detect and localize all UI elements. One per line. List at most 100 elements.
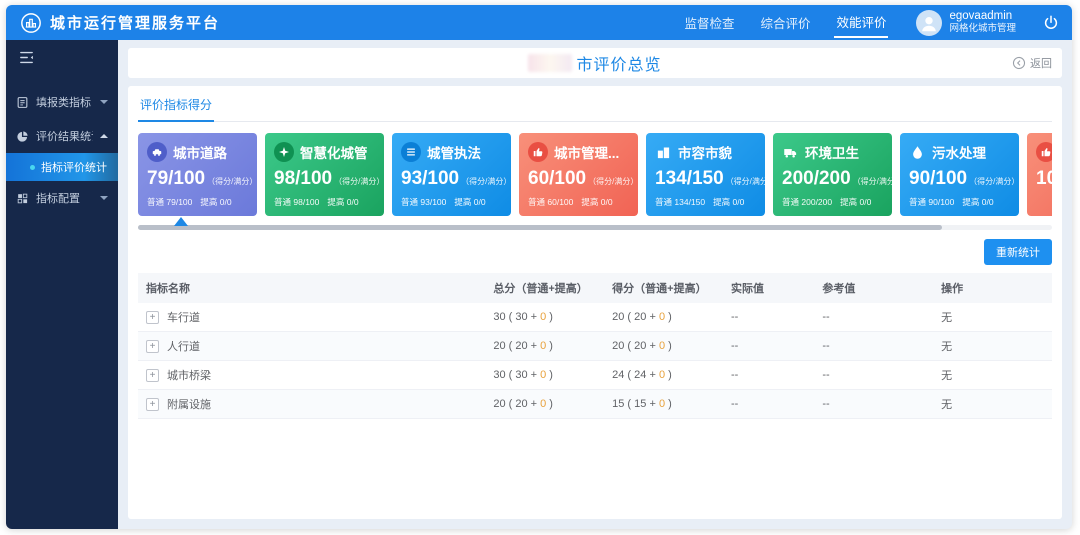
- chevron-up-icon: [100, 134, 108, 138]
- card-score: 10: [1036, 168, 1052, 189]
- reference-value-cell: --: [814, 332, 933, 361]
- sidebar-sublabel: 指标评价统计: [41, 159, 107, 175]
- expand-row-button[interactable]: +: [146, 369, 159, 382]
- card-score-note: （得分/满分）: [461, 177, 511, 186]
- recalculate-button[interactable]: 重新统计: [984, 239, 1052, 265]
- card-title: 城市道路: [173, 142, 227, 162]
- nav-comprehensive-eval[interactable]: 综合评价: [758, 9, 812, 36]
- card-breakdown: 普通 93/100提高 0/0: [401, 196, 502, 208]
- card-sewage-treatment[interactable]: 污水处理 90/100（得分/满分） 普通 90/100提高 0/0: [900, 133, 1019, 216]
- col-total-score: 总分（普通+提高）: [485, 273, 604, 303]
- total-score-cell: 20 ( 20 + 0 ): [485, 332, 604, 361]
- app-window: 城市运行管理服务平台 监督检查 综合评价 效能评价 egovaadmin 网格化…: [6, 5, 1072, 529]
- card-score-note: （得分/满分）: [969, 177, 1019, 186]
- indicator-name: 城市桥梁: [167, 370, 211, 382]
- power-icon[interactable]: [1042, 14, 1060, 32]
- operation-cell: 无: [933, 303, 1052, 332]
- col-actual-value: 实际值: [723, 273, 814, 303]
- operation-cell: 无: [933, 390, 1052, 419]
- bullet-dot-icon: [30, 165, 35, 170]
- reference-value-cell: --: [814, 361, 933, 390]
- nav-efficiency-eval[interactable]: 效能评价: [834, 8, 888, 38]
- indicator-name: 车行道: [167, 312, 200, 324]
- table-row: +人行道 20 ( 20 + 0 ) 20 ( 20 + 0 ) -- -- 无: [138, 332, 1052, 361]
- pie-chart-icon: [16, 130, 29, 143]
- total-score-cell: 20 ( 20 + 0 ): [485, 390, 604, 419]
- card-score: 98/100: [274, 168, 332, 189]
- config-icon: [16, 192, 29, 205]
- card-score-note: （得分/满分）: [588, 177, 638, 186]
- cards-scrollbar-thumb[interactable]: [138, 225, 942, 230]
- nav-supervision-check[interactable]: 监督检查: [682, 9, 736, 36]
- sidebar-item-indicator-config[interactable]: 指标配置: [6, 181, 118, 215]
- tab-bar: 评价指标得分: [138, 94, 1052, 122]
- main-area: 市评价总览 返回 评价指标得分 城市道路: [118, 40, 1072, 529]
- back-button[interactable]: 返回: [1012, 48, 1052, 78]
- card-breakdown: 普通 60/100提高 0/0: [528, 196, 629, 208]
- card-score: 200/200: [782, 168, 851, 189]
- actual-value-cell: --: [723, 303, 814, 332]
- redacted-city-name: [528, 54, 572, 72]
- reference-value-cell: --: [814, 303, 933, 332]
- expand-row-button[interactable]: +: [146, 311, 159, 324]
- card-city-management[interactable]: 城市管理... 60/100（得分/满分） 普通 60/100提高 0/0: [519, 133, 638, 216]
- card-smart-urban-mgmt[interactable]: 智慧化城管 98/100（得分/满分） 普通 98/100提高 0/0: [265, 133, 384, 216]
- car-icon: [147, 142, 167, 162]
- table-row: +车行道 30 ( 30 + 0 ) 20 ( 20 + 0 ) -- -- 无: [138, 303, 1052, 332]
- card-partial-clipped[interactable]: 10: [1027, 133, 1052, 216]
- tab-eval-indicator-score[interactable]: 评价指标得分: [138, 94, 214, 122]
- operation-cell: 无: [933, 361, 1052, 390]
- sidebar-subitem-indicator-eval-stats[interactable]: 指标评价统计: [6, 153, 118, 181]
- col-indicator-name: 指标名称: [138, 273, 485, 303]
- card-score: 93/100: [401, 168, 459, 189]
- card-breakdown: 普通 79/100提高 0/0: [147, 196, 248, 208]
- card-score: 60/100: [528, 168, 586, 189]
- indicator-table: 指标名称 总分（普通+提高） 得分（普通+提高） 实际值 参考值 操作 + 车行道…: [138, 273, 1052, 419]
- table-row: +城市桥梁 30 ( 30 + 0 ) 24 ( 24 + 0 ) -- -- …: [138, 361, 1052, 390]
- back-arrow-icon: [1012, 56, 1026, 70]
- card-title: 环境卫生: [805, 142, 859, 162]
- selected-card-pointer: [174, 217, 188, 226]
- sidebar: 填报类指标 评价结果统计 指标评价统计 指标配置: [6, 40, 118, 529]
- card-title: 污水处理: [932, 142, 986, 162]
- card-score: 79/100: [147, 168, 205, 189]
- sidebar-label: 指标配置: [36, 190, 93, 206]
- sidebar-item-report-indicators[interactable]: 填报类指标: [6, 85, 118, 119]
- card-breakdown: 普通 134/150提高 0/0: [655, 196, 756, 208]
- table-actions: 重新统计: [138, 239, 1052, 265]
- card-city-road[interactable]: 城市道路 79/100（得分/满分） 普通 79/100提高 0/0: [138, 133, 257, 216]
- top-header: 城市运行管理服务平台 监督检查 综合评价 效能评价 egovaadmin 网格化…: [6, 5, 1072, 40]
- score-cards-row: 城市道路 79/100（得分/满分） 普通 79/100提高 0/0 智慧化城管…: [138, 133, 1052, 216]
- content-empty-space: [138, 419, 1052, 519]
- sidebar-label: 评价结果统计: [36, 128, 93, 144]
- expand-row-button[interactable]: +: [146, 398, 159, 411]
- chevron-down-icon: [100, 100, 108, 104]
- menu-fold-icon[interactable]: [6, 40, 118, 79]
- partial-icon: [1036, 142, 1052, 162]
- card-breakdown: 普通 98/100提高 0/0: [274, 196, 375, 208]
- card-city-appearance[interactable]: 市容市貌 134/150（得分/满分） 普通 134/150提高 0/0: [646, 133, 765, 216]
- app-title: 城市运行管理服务平台: [50, 12, 220, 33]
- card-environment-sanitation[interactable]: 环境卫生 200/200（得分/满分） 普通 200/200提高 0/0: [773, 133, 892, 216]
- selected-card-pointer-strip: [138, 216, 1052, 225]
- gained-score-cell: 24 ( 24 + 0 ): [604, 361, 723, 390]
- table-header-row: 指标名称 总分（普通+提高） 得分（普通+提高） 实际值 参考值 操作: [138, 273, 1052, 303]
- card-score-note: （得分/满分）: [853, 177, 903, 186]
- actual-value-cell: --: [723, 390, 814, 419]
- sparkle-icon: [274, 142, 294, 162]
- card-title: 智慧化城管: [300, 142, 368, 162]
- gained-score-cell: 20 ( 20 + 0 ): [604, 332, 723, 361]
- chevron-down-icon: [100, 196, 108, 200]
- col-operation: 操作: [933, 273, 1052, 303]
- sidebar-item-eval-result-stats[interactable]: 评价结果统计: [6, 119, 118, 153]
- total-score-cell: 30 ( 30 + 0 ): [485, 303, 604, 332]
- user-menu[interactable]: egovaadmin 网格化城市管理: [916, 10, 1016, 36]
- avatar: [916, 10, 942, 36]
- card-law-enforcement[interactable]: 城管执法 93/100（得分/满分） 普通 93/100提高 0/0: [392, 133, 511, 216]
- gained-score-cell: 15 ( 15 + 0 ): [604, 390, 723, 419]
- truck-icon: [782, 144, 799, 161]
- col-gained-score: 得分（普通+提高）: [604, 273, 723, 303]
- droplet-icon: [909, 144, 926, 161]
- expand-row-button[interactable]: +: [146, 340, 159, 353]
- user-org: 网格化城市管理: [949, 23, 1016, 35]
